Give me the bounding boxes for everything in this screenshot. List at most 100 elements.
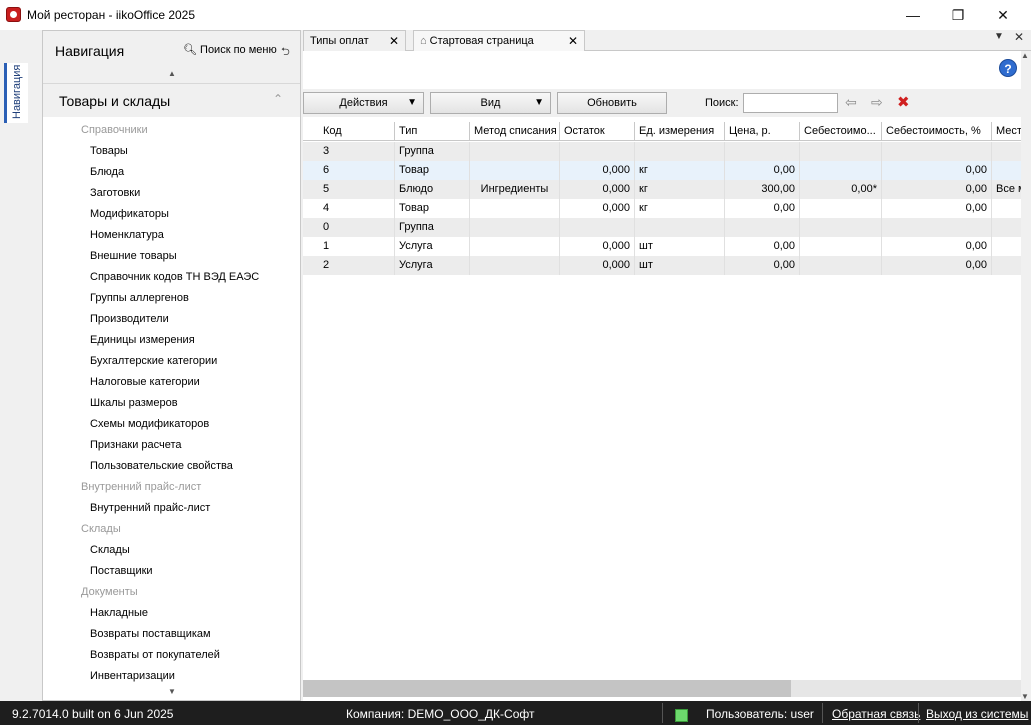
cell-cost-percent[interactable]: 0,00 (882, 256, 992, 275)
cell-code[interactable]: 2 (319, 256, 395, 275)
cell-unit[interactable]: кг (635, 180, 725, 199)
cell-price[interactable]: 0,00 (725, 199, 800, 218)
cell-cost[interactable] (800, 237, 882, 256)
table-row[interactable]: 3 Группа (303, 142, 1021, 161)
scroll-down-icon[interactable]: ▼ (1021, 692, 1029, 701)
nav-item[interactable]: Шкалы размеров (43, 393, 178, 414)
nav-item[interactable]: Пользовательские свойства (43, 456, 233, 477)
cell-code[interactable]: 3 (319, 142, 395, 161)
horizontal-scrollbar-thumb[interactable] (303, 680, 791, 697)
cell-cost-percent[interactable] (882, 218, 992, 237)
cell-unit[interactable]: шт (635, 237, 725, 256)
logout-link[interactable]: Выход из системы (926, 707, 1028, 721)
cell-unit[interactable]: шт (635, 256, 725, 275)
actions-dropdown-button[interactable]: Действия ▼ (303, 92, 424, 114)
cell-cost-percent[interactable]: 0,00 (882, 180, 992, 199)
table-row[interactable]: 0 Группа (303, 218, 1021, 237)
cell-type[interactable]: Группа (395, 218, 470, 237)
nav-item[interactable]: Группы аллергенов (43, 288, 189, 309)
cell-writeoff-method[interactable] (470, 142, 560, 161)
cell-stock[interactable]: 0,000 (560, 180, 635, 199)
close-tab-icon[interactable]: ✕ (389, 31, 399, 51)
nav-item[interactable]: Номенклатура (43, 225, 164, 246)
cell-code[interactable]: 4 (319, 199, 395, 218)
cell-price[interactable] (725, 218, 800, 237)
menu-search-button[interactable]: 🔍︎ Поиск по меню (183, 43, 277, 56)
table-row[interactable]: 1 Услуга 0,000 шт 0,00 0,00 (303, 237, 1021, 256)
nav-item[interactable]: Возвраты от покупателей (43, 645, 220, 666)
cell-cost-percent[interactable]: 0,00 (882, 199, 992, 218)
tab-list-dropdown-icon[interactable]: ▼ (994, 31, 1004, 42)
scroll-down-icon[interactable]: ▼ (168, 687, 176, 696)
table-row[interactable]: 6 Товар 0,000 кг 0,00 0,00 (303, 161, 1021, 180)
cell-stock[interactable] (560, 142, 635, 161)
column-header-type[interactable]: Тип (395, 122, 470, 141)
cell-cost-percent[interactable]: 0,00 (882, 237, 992, 256)
nav-item[interactable]: Схемы модификаторов (43, 414, 209, 435)
nav-item[interactable]: Возвраты поставщикам (43, 624, 211, 645)
nav-item[interactable]: Поставщики (43, 561, 153, 582)
cell-cost[interactable] (800, 199, 882, 218)
cell-price[interactable] (725, 142, 800, 161)
cell-code[interactable]: 0 (319, 218, 395, 237)
cell-cost-percent[interactable] (882, 142, 992, 161)
nav-item[interactable]: Производители (43, 309, 169, 330)
close-all-icon[interactable]: ✕ (1014, 30, 1024, 44)
cell-unit[interactable] (635, 218, 725, 237)
cell-price[interactable]: 0,00 (725, 256, 800, 275)
column-header-price[interactable]: Цена, р. (725, 122, 800, 141)
nav-item[interactable]: Блюда (43, 162, 124, 183)
cell-writeoff-method[interactable] (470, 218, 560, 237)
cell-cost[interactable] (800, 256, 882, 275)
horizontal-scrollbar[interactable] (303, 680, 1021, 697)
cell-type[interactable]: Товар (395, 199, 470, 218)
scroll-up-icon[interactable]: ▲ (1021, 51, 1029, 60)
nav-item[interactable]: Бухгалтерские категории (43, 351, 217, 372)
cell-cost-percent[interactable]: 0,00 (882, 161, 992, 180)
cell-unit[interactable]: кг (635, 161, 725, 180)
cell-cost[interactable]: 0,00* (800, 180, 882, 199)
cell-type[interactable]: Группа (395, 142, 470, 161)
nav-item[interactable]: Единицы измерения (43, 330, 195, 351)
cell-stock[interactable]: 0,000 (560, 237, 635, 256)
arrow-right-icon[interactable]: ⇨ (871, 94, 883, 111)
search-input[interactable] (743, 93, 838, 113)
column-header-stock[interactable]: Остаток (560, 122, 635, 141)
nav-section-goods-warehouses[interactable]: Товары и склады ⌃ (43, 83, 300, 117)
cell-writeoff-method[interactable] (470, 237, 560, 256)
cell-stock[interactable]: 0,000 (560, 161, 635, 180)
cell-code[interactable]: 6 (319, 161, 395, 180)
nav-item[interactable]: Признаки расчета (43, 435, 182, 456)
cell-cost[interactable] (800, 161, 882, 180)
cell-type[interactable]: Товар (395, 161, 470, 180)
cell-price[interactable]: 300,00 (725, 180, 800, 199)
cell-cost[interactable] (800, 142, 882, 161)
nav-item[interactable]: Накладные (43, 603, 148, 624)
cell-stock[interactable] (560, 218, 635, 237)
cell-price[interactable]: 0,00 (725, 237, 800, 256)
cell-code[interactable]: 1 (319, 237, 395, 256)
cell-cost[interactable] (800, 218, 882, 237)
table-row[interactable]: 5 Блюдо Ингредиенты 0,000 кг 300,00 0,00* 0,00 В… (303, 180, 1026, 199)
tab-start-page[interactable]: ⌂ Стартовая страница ✕ (413, 30, 585, 51)
help-icon[interactable]: ? (999, 59, 1017, 77)
nav-item[interactable]: Склады (43, 540, 130, 561)
vertical-scrollbar[interactable]: ▲ ▼ (1021, 51, 1031, 701)
cell-writeoff-method[interactable] (470, 161, 560, 180)
cell-writeoff-method[interactable] (470, 256, 560, 275)
nav-item[interactable]: Справочник кодов ТН ВЭД ЕАЭС (43, 267, 259, 288)
cell-type[interactable]: Услуга (395, 237, 470, 256)
feedback-link[interactable]: Обратная связь (832, 707, 920, 721)
cell-writeoff-method[interactable] (470, 199, 560, 218)
cell-stock[interactable]: 0,000 (560, 256, 635, 275)
nav-item[interactable]: Товары (43, 141, 128, 162)
table-row[interactable]: 2 Услуга 0,000 шт 0,00 0,00 (303, 256, 1021, 275)
column-header-unit[interactable]: Ед. измерения (635, 122, 725, 141)
arrow-left-icon[interactable]: ⇦ (845, 94, 857, 111)
maximize-button[interactable]: ❐ (935, 0, 981, 30)
nav-item[interactable]: Инвентаризации (43, 666, 175, 687)
view-dropdown-button[interactable]: Вид ▼ (430, 92, 551, 114)
minimize-button[interactable]: — (890, 0, 936, 30)
cell-unit[interactable] (635, 142, 725, 161)
close-window-button[interactable]: ✕ (980, 0, 1026, 30)
